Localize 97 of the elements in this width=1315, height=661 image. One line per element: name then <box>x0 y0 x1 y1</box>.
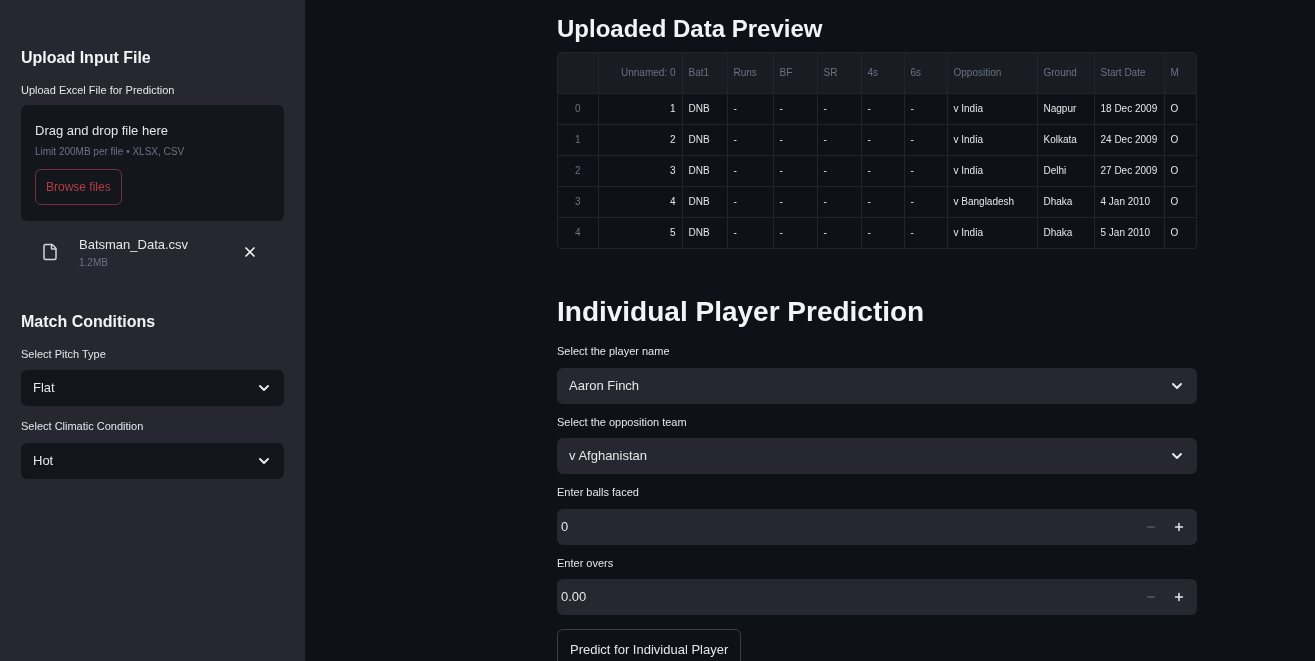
table-cell: - <box>779 103 783 114</box>
predict-button[interactable]: Predict for Individual Player <box>557 629 742 661</box>
table-cell: - <box>867 103 871 114</box>
field-label: Enter overs <box>557 555 615 571</box>
row-index: 3 <box>574 196 581 207</box>
table-cell: - <box>779 165 783 176</box>
row-index: 0 <box>574 103 581 114</box>
table-cell: 5 <box>669 227 676 239</box>
dropdown[interactable]: v Afghanistan <box>557 438 1197 474</box>
table-cell: v India <box>953 103 983 114</box>
number-input[interactable]: 0.00 <box>557 579 1197 615</box>
table-cell: - <box>910 227 914 239</box>
table-cell: - <box>910 165 914 176</box>
section-heading: Upload Input File <box>21 48 152 68</box>
column-header: Runs <box>733 67 757 79</box>
table-cell: DNB <box>688 103 710 114</box>
table-cell: - <box>867 227 871 239</box>
column-header: SR <box>823 67 838 79</box>
table-cell: - <box>823 134 827 145</box>
table-cell: Delhi <box>1043 165 1067 176</box>
column-header: BF <box>779 67 793 79</box>
field-label: Select Climatic Condition <box>21 419 145 434</box>
table-cell: DNB <box>688 134 710 145</box>
table-cell: 3 <box>669 165 676 176</box>
table-cell: DNB <box>688 196 710 207</box>
dropdown[interactable]: Aaron Finch <box>557 367 1197 404</box>
table-cell: v India <box>953 227 983 239</box>
table-cell: O <box>1170 134 1179 145</box>
table-cell: 4 Jan 2010 <box>1100 196 1150 207</box>
column-header: Ground <box>1043 67 1077 79</box>
number-input[interactable]: 0 <box>557 508 1197 545</box>
row-index: 4 <box>574 227 581 239</box>
field-label: Upload Excel File for Prediction <box>21 83 176 98</box>
table-cell: - <box>823 165 827 176</box>
table-cell: O <box>1170 227 1179 239</box>
table-cell: DNB <box>688 165 710 176</box>
file-size: 1.2MB <box>79 255 109 270</box>
table-cell: v India <box>953 165 983 176</box>
section-heading: Match Conditions <box>21 311 157 332</box>
table-cell: Nagpur <box>1043 103 1077 114</box>
table-cell: O <box>1170 103 1179 114</box>
page-heading: Uploaded Data Preview <box>557 14 824 44</box>
table-cell: DNB <box>688 227 710 239</box>
table-cell: - <box>779 196 783 207</box>
table-cell: - <box>867 165 871 176</box>
table-cell: - <box>733 196 737 207</box>
file-icon <box>41 243 59 262</box>
table-cell: - <box>823 196 827 207</box>
column-header: 4s <box>867 67 879 79</box>
column-header: 6s <box>910 67 922 79</box>
table-cell: v India <box>953 134 983 145</box>
column-header: Unnamed: 0 <box>621 67 676 79</box>
field-label: Enter balls faced <box>557 485 640 500</box>
table-cell: - <box>910 103 914 114</box>
table-cell: - <box>867 196 871 207</box>
field-label: Select the player name <box>557 344 671 359</box>
table-cell: 4 <box>669 196 676 207</box>
dropzone-hint: Limit 200MB per file • XLSX, CSV <box>35 145 185 159</box>
table-cell: Dhaka <box>1043 227 1073 239</box>
table-cell: - <box>823 227 827 239</box>
dropzone[interactable]: Drag and drop file here Limit 200MB per file • XLSX, CSV Browse files <box>21 104 284 221</box>
table-cell: Kolkata <box>1043 134 1077 145</box>
page-heading: Individual Player Prediction <box>557 295 926 329</box>
column-header: Start Date <box>1100 67 1146 79</box>
table-cell: 27 Dec 2009 <box>1100 165 1158 176</box>
table-cell: 18 Dec 2009 <box>1100 103 1158 114</box>
table-cell: v Bangladesh <box>953 196 1015 207</box>
row-index: 2 <box>574 165 581 176</box>
table-cell: 5 Jan 2010 <box>1100 227 1150 239</box>
table-cell: 2 <box>669 134 676 145</box>
column-header: Opposition <box>953 67 1002 79</box>
plus-icon <box>1173 520 1185 533</box>
table-cell: - <box>733 134 737 145</box>
dropdown[interactable]: Flat <box>21 370 284 406</box>
table-cell: Dhaka <box>1043 196 1073 207</box>
file-name: Batsman_Data.csv <box>79 236 189 254</box>
plus-icon <box>1173 591 1185 603</box>
dropdown[interactable]: Hot <box>21 442 284 479</box>
table-cell: - <box>779 227 783 239</box>
table-cell: - <box>733 227 737 239</box>
dropzone-title: Drag and drop file here <box>35 121 168 140</box>
table-cell: - <box>733 165 737 176</box>
table-cell: - <box>910 134 914 145</box>
table-cell: O <box>1170 196 1179 207</box>
table-cell: 24 Dec 2009 <box>1100 134 1158 145</box>
column-header: Bat1 <box>688 67 710 79</box>
table-cell: - <box>779 134 783 145</box>
table-cell: - <box>910 196 914 207</box>
table-cell: - <box>823 103 827 114</box>
table-cell: 1 <box>669 103 676 114</box>
table-cell: O <box>1170 165 1179 176</box>
field-label: Select Pitch Type <box>21 346 107 362</box>
field-label: Select the opposition team <box>557 414 688 430</box>
table-cell: - <box>867 134 871 145</box>
row-index: 1 <box>574 134 581 145</box>
column-header: M <box>1170 67 1179 79</box>
table-cell: - <box>733 103 737 114</box>
